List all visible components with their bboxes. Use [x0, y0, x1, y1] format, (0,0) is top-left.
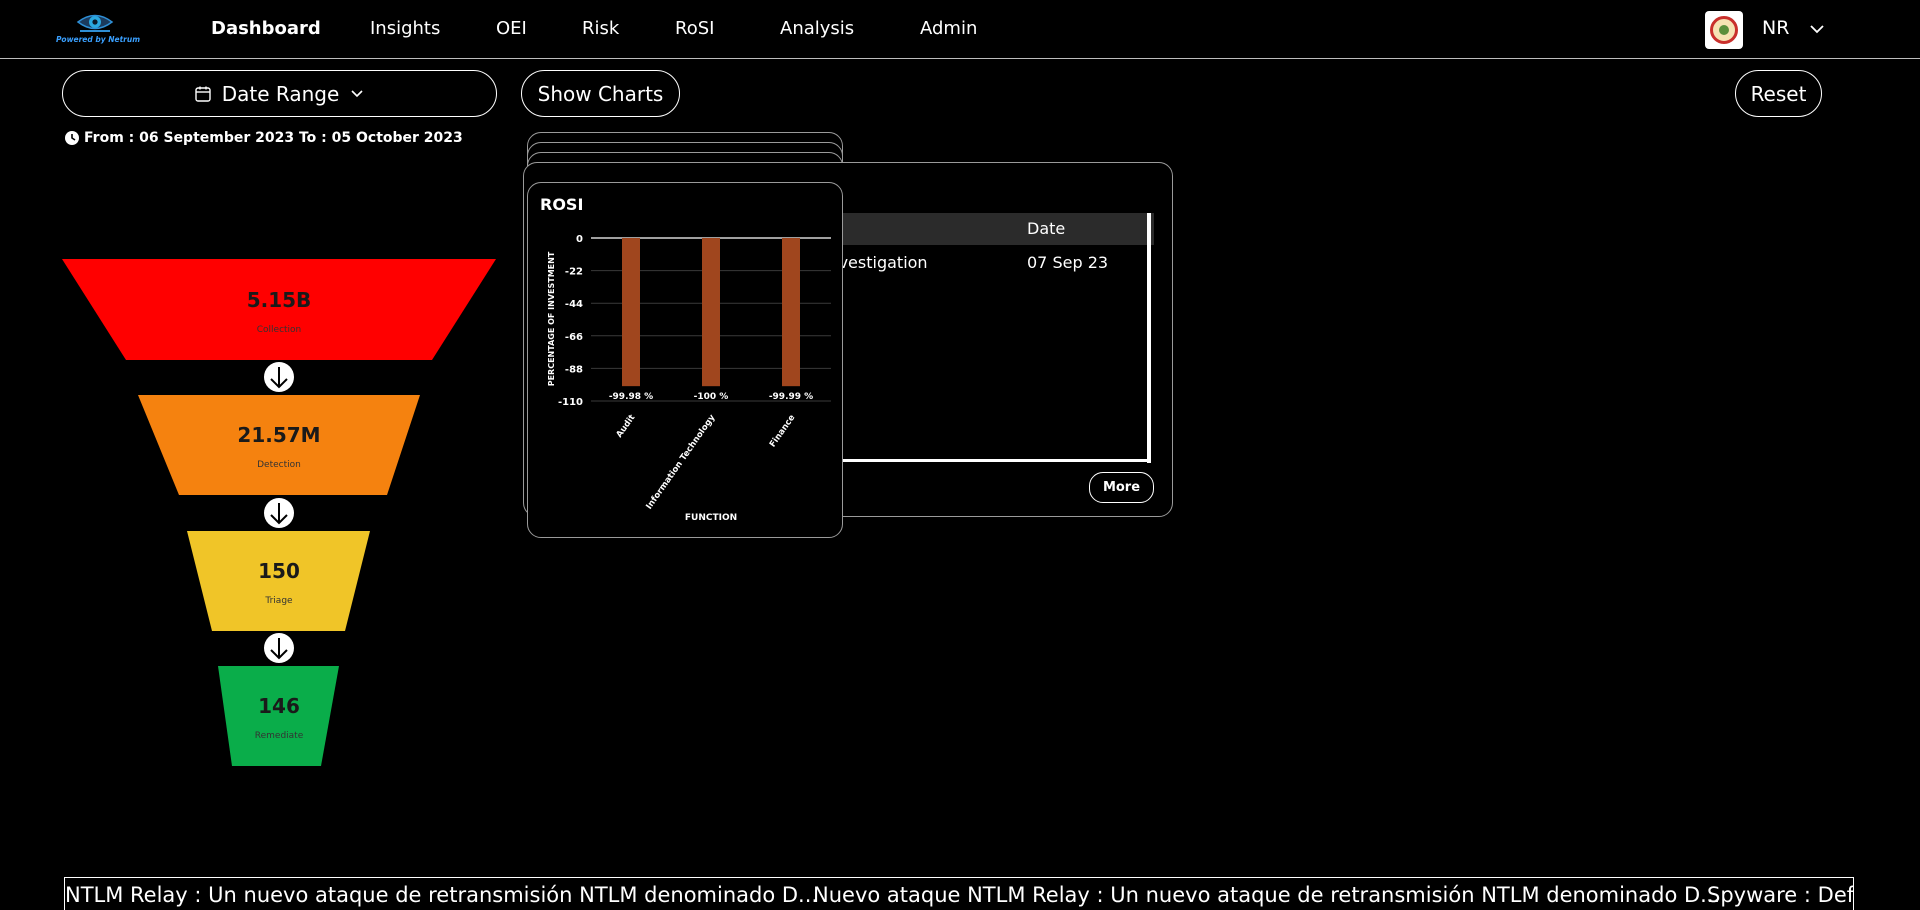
ticker-item[interactable]: Spyware : Defe	[1707, 883, 1853, 907]
table-cell-date: 07 Sep 23	[1027, 253, 1109, 272]
x-axis-label: FUNCTION	[685, 513, 737, 523]
funnel-value-detection: 21.57M	[237, 423, 320, 447]
rosi-bar-chart: 0 -22 -44 -66 -88 -110 -99.98 % Audit -100 % Info…	[547, 234, 831, 523]
bar	[702, 238, 720, 387]
ticker-item[interactable]: Nuevo ataque NTLM Relay : Un nuevo ataqu…	[813, 883, 1720, 907]
y-tick-label: -66	[565, 332, 583, 343]
more-button[interactable]: More	[1089, 472, 1154, 503]
data-label: -99.99 %	[769, 392, 813, 402]
user-initials[interactable]: NR	[1762, 17, 1789, 39]
vertical-scrollbar[interactable]	[1147, 213, 1151, 463]
funnel-label-collection: Collection	[257, 325, 302, 335]
horizontal-scrollbar[interactable]	[814, 459, 1151, 462]
nav-admin[interactable]: Admin	[920, 18, 977, 39]
data-label: -99.98 %	[609, 392, 653, 402]
y-axis-label: PERCENTAGE OF INVESTMENT	[547, 251, 556, 386]
bar	[622, 238, 640, 387]
x-tick-label: Audit	[615, 413, 638, 440]
ticker-item[interactable]: NTLM Relay : Un nuevo ataque de retransm…	[65, 883, 818, 907]
nav-rosi[interactable]: RoSI	[675, 18, 714, 39]
funnel-value-collection: 5.15B	[247, 288, 312, 312]
x-tick-label: Finance	[768, 413, 798, 450]
funnel-value-triage: 150	[258, 559, 300, 583]
funnel-label-remediate: Remediate	[255, 731, 304, 741]
funnel-label-triage: Triage	[264, 596, 293, 606]
table-header-row	[814, 213, 1154, 245]
x-tick-label: Information Technology	[644, 413, 717, 512]
news-ticker[interactable]: NTLM Relay : Un nuevo ataque de retransm…	[64, 877, 1854, 910]
nav-risk[interactable]: Risk	[582, 18, 619, 39]
funnel-chart: 5.15B Collection 21.57M Detection 150 Tr…	[62, 259, 496, 766]
y-tick-label: 0	[576, 234, 583, 245]
rosi-chart-card: ROSI 0 -22 -44 -66 -88 -110 -99.98 % Audit -100 …	[527, 182, 843, 538]
arrow-down-icon	[264, 633, 294, 663]
funnel-value-remediate: 146	[258, 694, 300, 718]
chevron-down-icon[interactable]	[1808, 20, 1826, 38]
y-tick-label: -110	[558, 397, 583, 408]
arrow-down-icon	[264, 362, 294, 392]
funnel-label-detection: Detection	[257, 460, 301, 470]
avatar[interactable]	[1705, 11, 1743, 49]
avatar-emblem-icon	[1710, 16, 1738, 44]
reset-button[interactable]: Reset	[1735, 70, 1822, 117]
bar	[782, 238, 800, 387]
y-tick-label: -44	[565, 299, 583, 310]
data-label: -100 %	[694, 392, 729, 402]
column-header-date: Date	[1027, 219, 1066, 238]
arrow-down-icon	[264, 498, 294, 528]
show-charts-button[interactable]: Show Charts	[521, 70, 680, 117]
nav-analysis[interactable]: Analysis	[780, 18, 854, 39]
y-tick-label: -22	[565, 267, 583, 278]
y-tick-label: -88	[565, 364, 583, 375]
app-root: Powered by Netrum Dashboard Insights OEI…	[0, 0, 1920, 910]
